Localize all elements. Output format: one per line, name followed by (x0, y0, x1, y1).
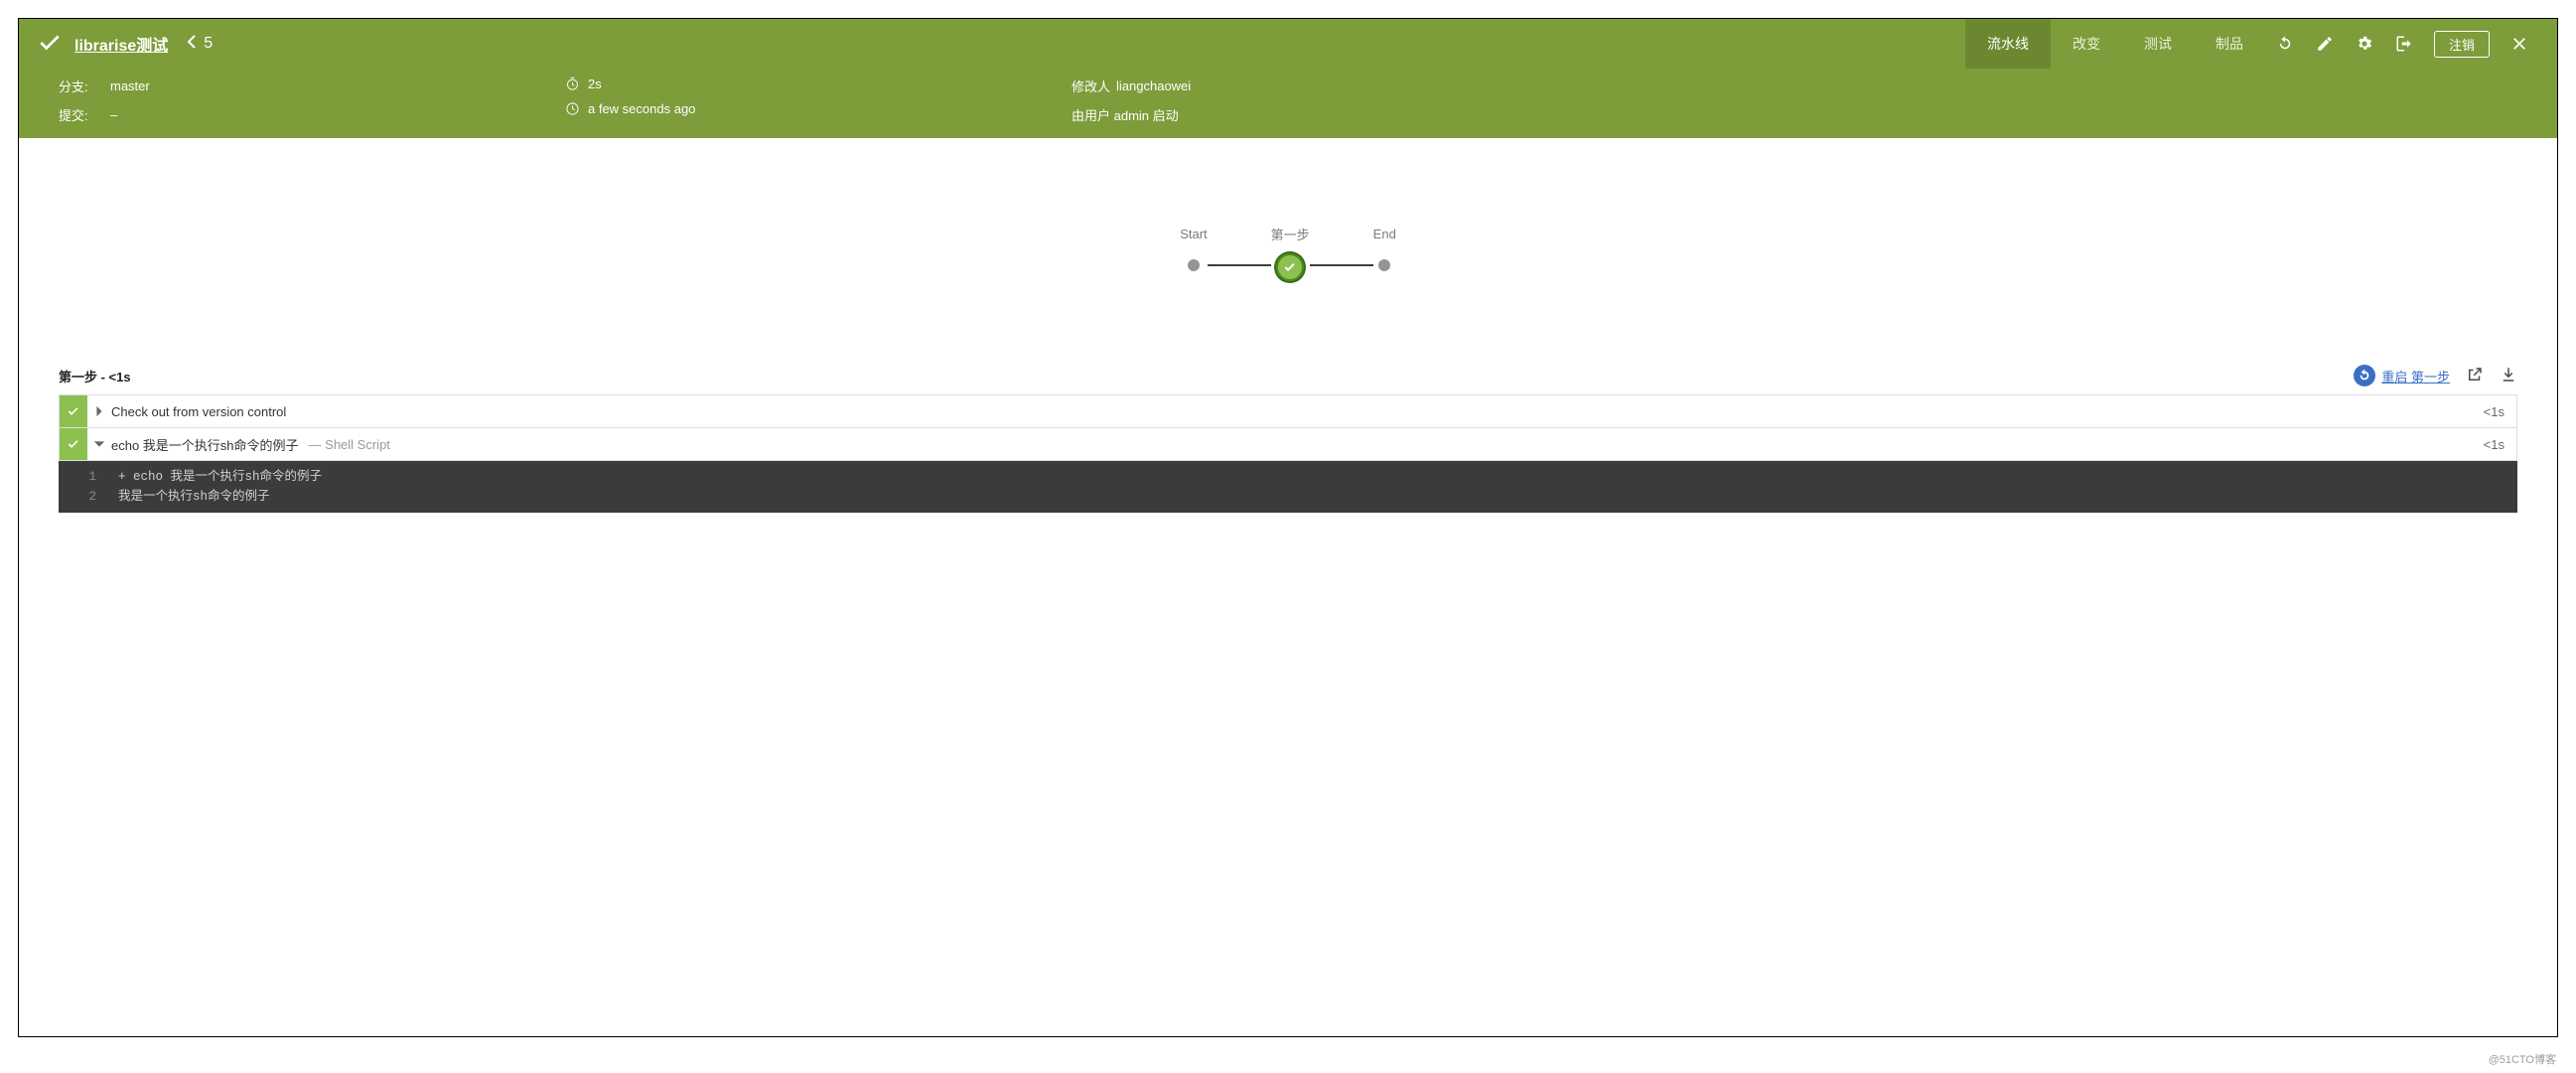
node-start-label: Start (1180, 227, 1207, 241)
node-stage1-label: 第一步 (1271, 225, 1310, 243)
clock-icon (565, 101, 580, 116)
node-start (1188, 259, 1200, 271)
step-duration: <1s (2472, 437, 2516, 452)
download-icon[interactable] (2500, 366, 2517, 386)
branch-label: 分支: (59, 77, 92, 95)
line-number: 1 (69, 467, 118, 487)
node-end (1378, 259, 1390, 271)
step-name: echo 我是一个执行sh命令的例子 (111, 435, 299, 454)
step-row[interactable]: echo 我是一个执行sh命令的例子 — Shell Script <1s (59, 427, 2517, 461)
build-details: 分支: master 提交: – 2s a few seconds ago 修改人 l… (19, 69, 2557, 138)
logout-button[interactable]: 注销 (2434, 31, 2490, 58)
stage-header: 第一步 - <1s 重启 第一步 (19, 357, 2557, 394)
pipeline-edge (1310, 264, 1373, 266)
branch-value: master (110, 78, 150, 93)
gear-icon[interactable] (2345, 19, 2384, 69)
edit-icon[interactable] (2305, 19, 2345, 69)
build-number: 5 (204, 35, 213, 53)
author-value: liangchaowei (1116, 78, 1191, 93)
tab-changes[interactable]: 改变 (2051, 19, 2122, 69)
tab-pipeline[interactable]: 流水线 (1965, 19, 2051, 69)
build-status-icon (37, 30, 63, 59)
node-end-label: End (1373, 227, 1396, 241)
tab-artifacts[interactable]: 制品 (2194, 19, 2265, 69)
line-text: 我是一个执行sh命令的例子 (118, 487, 270, 507)
step-desc: — Shell Script (309, 437, 390, 452)
open-external-icon[interactable] (2466, 366, 2484, 386)
restart-label: 重启 第一步 (2381, 367, 2450, 385)
header-bar: librarise测试 5 流水线 改变 测试 制品 注销 (19, 19, 2557, 69)
close-icon[interactable] (2500, 19, 2539, 69)
watermark: @51CTO博客 (2489, 1051, 2556, 1067)
trigger-text: 由用户 admin 启动 (1072, 105, 1179, 124)
app-window: librarise测试 5 流水线 改变 测试 制品 注销 分支: master … (18, 18, 2558, 1037)
console-line: 2我是一个执行sh命令的例子 (59, 487, 2517, 507)
restart-stage-button[interactable]: 重启 第一步 (2354, 365, 2450, 386)
pipeline-edge (1208, 264, 1271, 266)
exit-icon[interactable] (2384, 19, 2424, 69)
commit-value: – (110, 107, 117, 122)
duration-icon (565, 77, 580, 91)
line-number: 2 (69, 487, 118, 507)
console-line: 1+ echo 我是一个执行sh命令的例子 (59, 467, 2517, 487)
stage-title: 第一步 - <1s (59, 367, 131, 385)
rerun-icon[interactable] (2265, 19, 2305, 69)
console-output: 1+ echo 我是一个执行sh命令的例子 2我是一个执行sh命令的例子 (59, 461, 2517, 513)
author-label: 修改人 (1072, 77, 1110, 95)
step-duration: <1s (2472, 404, 2516, 419)
node-stage1[interactable] (1276, 253, 1304, 281)
commit-label: 提交: (59, 105, 92, 124)
project-link[interactable]: librarise测试 (74, 32, 168, 56)
pipeline-graph: Start . 第一步 . End (19, 138, 2557, 357)
duration-value: 2s (588, 77, 602, 91)
step-name: Check out from version control (111, 404, 286, 419)
chevron-down-icon[interactable] (87, 438, 111, 450)
tab-tests[interactable]: 测试 (2122, 19, 2194, 69)
steps-list: Check out from version control <1s echo … (19, 394, 2557, 461)
chevron-right-icon[interactable] (87, 405, 111, 417)
line-text: + echo 我是一个执行sh命令的例子 (118, 467, 322, 487)
step-status-success-icon (60, 428, 87, 460)
back-icon[interactable] (186, 35, 198, 54)
step-row[interactable]: Check out from version control <1s (59, 394, 2517, 428)
restart-icon (2354, 365, 2375, 386)
time-value: a few seconds ago (588, 101, 695, 116)
step-status-success-icon (60, 395, 87, 427)
